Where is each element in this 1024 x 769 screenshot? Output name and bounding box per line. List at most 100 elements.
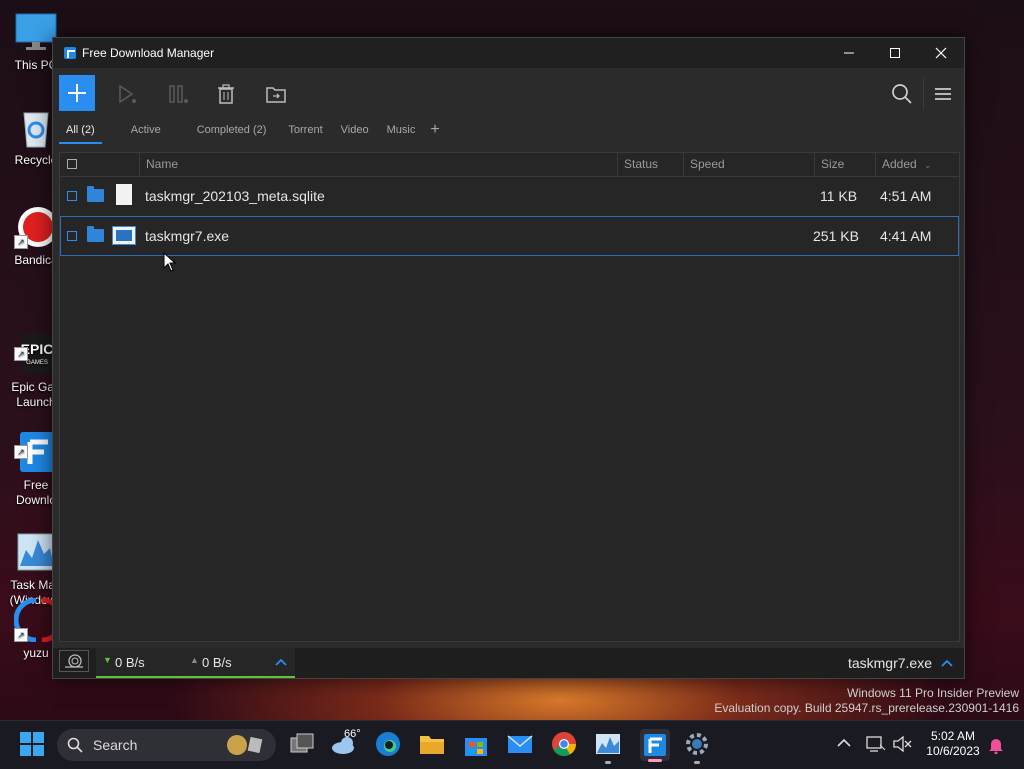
column-header-added[interactable]: Added ⌄ — [875, 153, 959, 176]
trash-icon — [218, 84, 234, 104]
hamburger-icon — [935, 88, 951, 100]
pause-button[interactable] — [166, 82, 190, 106]
fdm-taskbar-button[interactable] — [640, 729, 670, 762]
edge-taskbar-button[interactable] — [375, 731, 403, 759]
chevron-up-icon — [275, 658, 287, 666]
widgets-button[interactable]: 66° — [331, 728, 361, 759]
snail-icon — [65, 654, 83, 668]
tab-video[interactable]: Video — [334, 120, 376, 144]
task-manager-taskbar-button[interactable] — [595, 731, 623, 764]
windows-logo-icon — [20, 732, 44, 756]
notifications-button[interactable] — [988, 736, 1016, 764]
volume-tray-icon[interactable] — [893, 735, 921, 763]
network-tray-icon[interactable] — [866, 735, 894, 763]
gear-icon — [686, 733, 708, 755]
download-size: 11 KB — [820, 188, 858, 204]
bell-icon — [989, 739, 1003, 755]
expand-details-chevron-icon[interactable] — [941, 659, 953, 667]
download-row[interactable]: taskmgr_202103_meta.sqlite 11 KB 4:51 AM — [60, 176, 959, 216]
watermark-edition: Windows 11 Pro Insider Preview — [847, 686, 1019, 700]
file-explorer-taskbar-button[interactable] — [419, 731, 447, 759]
search-highlight-icon — [227, 735, 263, 755]
window-title: Free Download Manager — [82, 46, 215, 60]
chrome-taskbar-button[interactable] — [551, 731, 579, 759]
task-manager-icon — [596, 734, 620, 754]
status-bar: ▼ 0 B/s ▲ 0 B/s taskmgr7.exe — [53, 648, 964, 678]
search-icon — [892, 84, 912, 104]
weather-temp: 66° — [344, 728, 361, 740]
resume-button[interactable] — [115, 82, 139, 106]
download-size: 251 KB — [813, 228, 859, 244]
search-label: Search — [93, 737, 138, 753]
settings-taskbar-button[interactable] — [684, 731, 712, 764]
filter-tabs: All (2) Active Completed (2) Torrent Vid… — [53, 120, 964, 150]
folder-move-icon — [266, 87, 286, 103]
taskbar: Search 66° 5:02 AM 10/6/2023 — [0, 720, 1024, 769]
shortcut-arrow-icon: ↗ — [14, 235, 28, 249]
pause-icon — [169, 85, 188, 103]
minimize-button[interactable] — [826, 38, 872, 68]
open-folder-icon[interactable] — [87, 226, 104, 242]
download-name: taskmgr7.exe — [145, 228, 230, 244]
desktop-icon-label: yuzu — [23, 646, 49, 660]
task-view-button[interactable] — [289, 731, 317, 759]
store-taskbar-button[interactable] — [463, 731, 491, 759]
mail-taskbar-button[interactable] — [507, 731, 535, 759]
download-row-selected[interactable]: taskmgr7.exe 251 KB 4:41 AM — [60, 216, 959, 256]
move-to-folder-button[interactable] — [264, 82, 288, 106]
taskbar-search[interactable]: Search — [57, 729, 276, 761]
fdm-logo-icon — [64, 47, 76, 59]
start-button[interactable] — [19, 731, 47, 759]
close-button[interactable] — [918, 38, 964, 68]
search-button[interactable] — [890, 82, 914, 106]
download-name: taskmgr_202103_meta.sqlite — [145, 188, 325, 204]
speed-limiter-button[interactable] — [59, 650, 89, 672]
column-header-size[interactable]: Size — [814, 153, 875, 176]
show-hidden-icons-button[interactable] — [836, 735, 864, 763]
clock[interactable]: 5:02 AM 10/6/2023 — [922, 729, 984, 759]
document-file-icon — [116, 184, 132, 205]
row-checkbox[interactable] — [67, 191, 77, 201]
speed-summary[interactable]: ▼ 0 B/s ▲ 0 B/s — [96, 648, 295, 678]
title-bar[interactable]: Free Download Manager — [53, 38, 964, 68]
folder-icon — [420, 736, 444, 754]
download-added: 4:41 AM — [880, 228, 932, 244]
add-tab-button[interactable]: + — [430, 121, 439, 139]
current-file-label: taskmgr7.exe — [847, 655, 932, 671]
fdm-window: Free Download Manager All (2) Active Com… — [52, 37, 965, 679]
tab-completed[interactable]: Completed (2) — [190, 120, 274, 144]
mouse-cursor-icon — [163, 252, 177, 272]
row-checkbox[interactable] — [67, 231, 77, 241]
edge-browser-icon — [376, 732, 400, 756]
tab-all[interactable]: All (2) — [59, 120, 102, 144]
column-header-speed[interactable]: Speed — [683, 153, 814, 176]
clock-date: 10/6/2023 — [926, 744, 980, 758]
tab-active[interactable]: Active — [124, 120, 168, 144]
menu-button[interactable] — [931, 82, 955, 106]
column-header-name[interactable]: Name — [139, 153, 617, 176]
tab-torrent[interactable]: Torrent — [281, 120, 329, 144]
add-download-button[interactable] — [59, 75, 95, 111]
active-indicator — [648, 759, 662, 762]
store-icon — [465, 738, 487, 756]
sort-desc-icon: ⌄ — [924, 160, 932, 170]
column-header-status[interactable]: Status — [617, 153, 683, 176]
delete-button[interactable] — [214, 82, 238, 106]
svg-text:GAMES: GAMES — [26, 360, 48, 366]
task-view-icon — [290, 733, 314, 753]
download-arrow-icon: ▼ — [103, 655, 112, 665]
speaker-muted-icon — [893, 735, 912, 753]
open-folder-icon[interactable] — [87, 186, 104, 202]
select-all-checkbox[interactable] — [67, 159, 77, 169]
tab-music[interactable]: Music — [380, 120, 423, 144]
maximize-button[interactable] — [872, 38, 918, 68]
download-list: Name Status Speed Size Added ⌄ taskmgr_2… — [59, 152, 960, 642]
watermark-build: Evaluation copy. Build 25947.rs_prerelea… — [714, 701, 1019, 715]
toolbar — [53, 68, 964, 120]
chevron-up-icon — [837, 738, 851, 747]
shortcut-arrow-icon: ↗ — [14, 347, 28, 361]
column-header-added-label: Added — [882, 157, 917, 171]
running-indicator — [605, 761, 611, 764]
search-icon — [67, 737, 83, 753]
shortcut-arrow-icon: ↗ — [14, 628, 28, 642]
